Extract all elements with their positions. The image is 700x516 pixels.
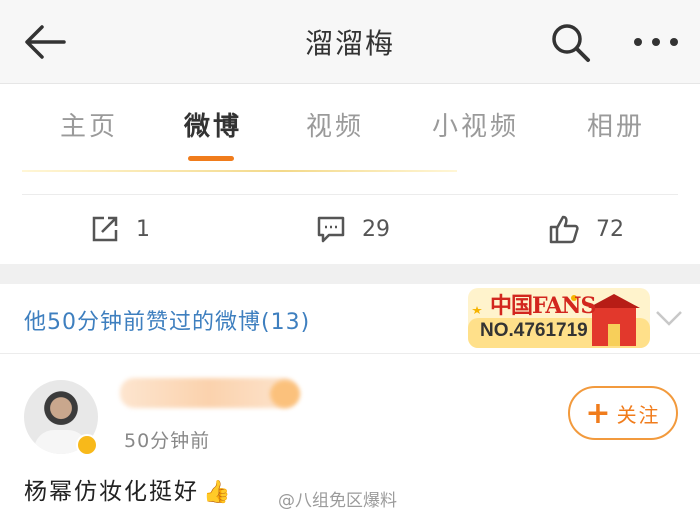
comment-icon bbox=[317, 216, 345, 243]
follow-button[interactable]: + 关注 bbox=[568, 386, 678, 440]
post-content: 杨幂仿妆化挺好 👍 bbox=[24, 472, 232, 506]
top-nav-bar: 溜溜梅 bbox=[0, 0, 700, 84]
thumbs-up-emoji-icon: 👍 bbox=[203, 480, 233, 505]
post-card: 50分钟前 + 关注 杨幂仿妆化挺好 👍 @八组免区爆料 bbox=[0, 354, 700, 516]
member-icon bbox=[270, 380, 300, 408]
comment-button[interactable]: 29 bbox=[316, 212, 390, 246]
tab-album[interactable]: 相册 bbox=[587, 106, 645, 143]
tab-short-video[interactable]: 小视频 bbox=[432, 106, 519, 143]
post-action-bar: 1 29 72 bbox=[0, 196, 700, 264]
verified-badge-icon bbox=[76, 434, 98, 456]
tab-video[interactable]: 视频 bbox=[306, 106, 364, 143]
comment-count: 29 bbox=[362, 216, 390, 242]
repost-button[interactable]: 1 bbox=[90, 212, 150, 246]
page-title: 溜溜梅 bbox=[304, 27, 395, 60]
divider bbox=[22, 194, 678, 195]
profile-tabs: 主页 微博 视频 小视频 相册 bbox=[0, 84, 700, 170]
badge-number: NO.4761719 bbox=[480, 320, 588, 341]
follow-label: 关注 bbox=[616, 402, 661, 427]
chevron-down-icon[interactable] bbox=[654, 304, 684, 332]
like-count: 72 bbox=[596, 216, 624, 242]
badge-brand-text: 中国FANS bbox=[490, 293, 596, 319]
repost-icon bbox=[92, 216, 118, 242]
watermark: @八组免区爆料 bbox=[278, 491, 397, 511]
plus-icon: + bbox=[585, 395, 613, 431]
post-text: 杨幂仿妆化挺好 bbox=[24, 479, 199, 505]
content-edge-decoration bbox=[22, 170, 457, 172]
liked-posts-link[interactable]: 他50分钟前赞过的微博(13) bbox=[24, 304, 310, 336]
post-time: 50分钟前 bbox=[124, 430, 211, 452]
thumbs-up-icon bbox=[549, 215, 579, 244]
section-gap bbox=[0, 264, 700, 284]
tab-weibo[interactable]: 微博 bbox=[184, 106, 242, 143]
search-icon[interactable] bbox=[548, 20, 592, 64]
tab-home[interactable]: 主页 bbox=[60, 106, 118, 143]
active-tab-indicator bbox=[188, 156, 234, 161]
repost-count: 1 bbox=[136, 216, 150, 242]
like-button[interactable]: 72 bbox=[548, 212, 624, 246]
more-options-icon[interactable] bbox=[632, 30, 680, 54]
china-fans-badge: 中国FANS NO.4761719 bbox=[464, 284, 654, 352]
liked-posts-header[interactable]: 他50分钟前赞过的微博(13) 中国FANS NO.4761719 bbox=[0, 284, 700, 354]
